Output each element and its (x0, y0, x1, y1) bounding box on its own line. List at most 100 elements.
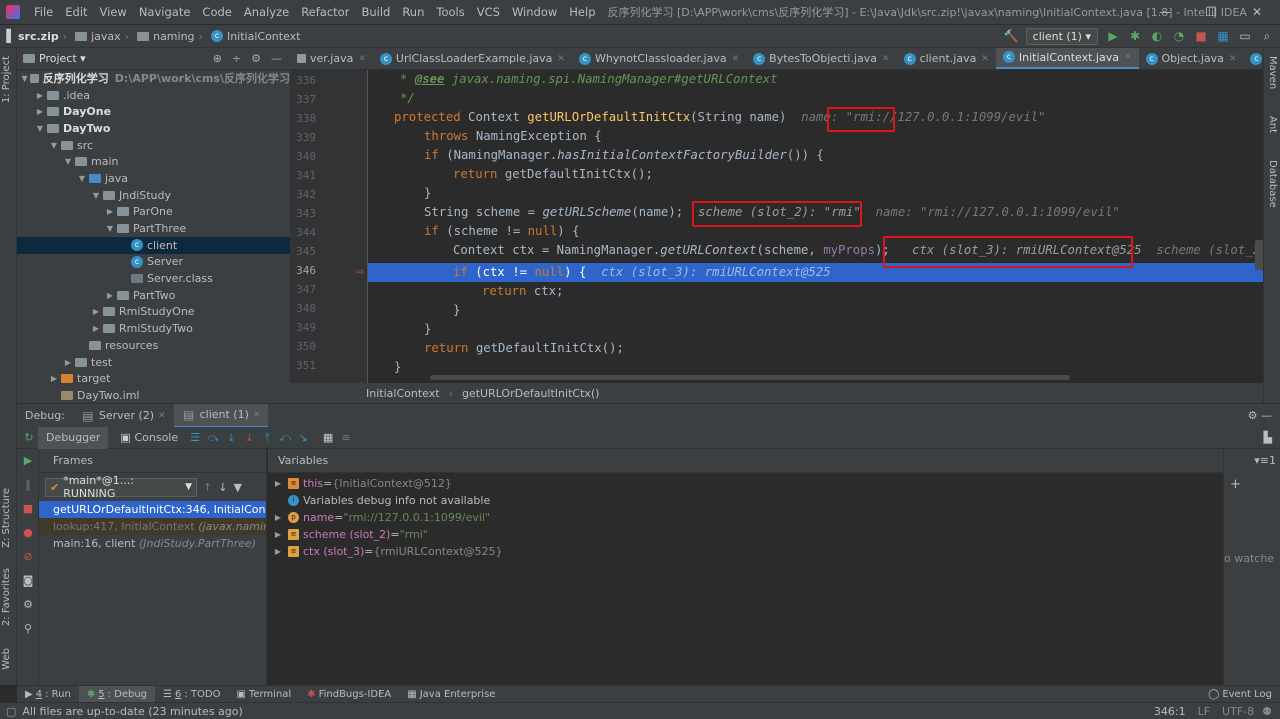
close-tab-icon[interactable]: ✕ (882, 54, 890, 64)
status-toggle-icon[interactable]: ▢ (0, 705, 22, 718)
collapse-all-icon[interactable]: ÷ (232, 52, 241, 65)
step-out-icon[interactable]: ⤒ (261, 431, 273, 444)
minimize-icon[interactable]: — (1142, 0, 1188, 24)
debug-icon[interactable]: ✱ (1128, 29, 1142, 43)
run-to-cursor-icon[interactable]: ↘ (297, 431, 309, 444)
resume-icon[interactable]: ▶ (17, 449, 39, 473)
variable-row[interactable]: ▶ ≡ this = {InitialContext@512} (268, 475, 1223, 492)
chevron-right-icon[interactable]: ▶ (91, 307, 101, 316)
expand-icon[interactable]: ▶ (272, 513, 284, 522)
run-configuration-select[interactable]: client (1) ▾ (1025, 27, 1098, 45)
tool-tab-maven[interactable]: Maven (1267, 56, 1278, 89)
view-breakpoints-icon[interactable]: ● (17, 521, 39, 545)
menu-navigate[interactable]: Navigate (133, 5, 197, 19)
tree-item[interactable]: ▼ JndiStudy (17, 187, 290, 204)
bottom-tab[interactable]: ✱ 5: Debug (78, 685, 156, 703)
event-log-button[interactable]: ◯ Event Log (1200, 686, 1280, 703)
breadcrumb-method[interactable]: getURLOrDefaultInitCtx() (462, 387, 600, 400)
editor-tab[interactable]: c UrlClassLoaderExample.java ✕ (373, 48, 572, 69)
bottom-tab[interactable]: ✱ FindBugs-IDEA (299, 686, 399, 703)
editor-gutter[interactable]: 336 337 338 339 340 341 342 343 344 345 346 347 348 3… (290, 70, 368, 383)
stack-frame[interactable]: lookup:417, InitialContext (javax.naming… (39, 518, 266, 535)
settings-icon[interactable]: ⚙ (17, 593, 39, 617)
chevron-right-icon[interactable]: ▶ (35, 91, 45, 100)
close-tab-icon[interactable]: ✕ (253, 410, 261, 420)
drop-frame-icon[interactable]: ⤺ (279, 431, 291, 444)
filter-icon[interactable]: ▼ (233, 481, 241, 494)
menu-window[interactable]: Window (506, 5, 563, 19)
tool-tab-ant[interactable]: Ant (1267, 116, 1278, 133)
close-tab-icon[interactable]: ✕ (732, 54, 740, 64)
rerun-icon[interactable]: ↻ (23, 431, 35, 444)
nav-crumb-initialcontext[interactable]: c InitialContext (210, 30, 300, 43)
step-over-icon[interactable]: ⤼ (207, 431, 219, 444)
nav-crumb-javax[interactable]: javax (75, 30, 121, 43)
tree-item[interactable]: ▼ DayTwo (17, 120, 290, 137)
tree-item[interactable]: ▼ 反序列化学习 D:\APP\work\cms\反序列化学习 (17, 70, 291, 87)
session-tab-server[interactable]: ▤ Server (2) ✕ (73, 404, 174, 428)
bottom-tab[interactable]: ▣ Terminal (228, 686, 299, 703)
chevron-right-icon[interactable]: ▶ (91, 324, 101, 333)
tab-debugger[interactable]: Debugger (38, 426, 109, 449)
pause-icon[interactable]: ‖ (17, 473, 39, 497)
tab-console[interactable]: ▣ Console (108, 427, 186, 449)
variable-row[interactable]: ▶ ≡ ctx (slot_3) = {rmiURLContext@525} (268, 543, 1223, 560)
project-view-select[interactable]: Project ▾ (39, 52, 86, 65)
tree-item[interactable]: ▶ PartTwo (17, 287, 290, 304)
tree-item[interactable]: ▶ .idea (17, 87, 290, 104)
close-icon[interactable]: ✕ (1234, 0, 1280, 24)
tool-tab-project[interactable]: 1: Project (1, 56, 12, 103)
chevron-down-icon[interactable]: ▼ (91, 191, 101, 200)
editor-tab[interactable]: ver.java ✕ (290, 48, 373, 69)
menu-view[interactable]: View (94, 5, 133, 19)
close-tab-icon[interactable]: ✕ (158, 411, 166, 421)
variable-row[interactable]: ▶ ≡ scheme (slot_2) = "rmi" (268, 526, 1223, 543)
debug-settings-icon[interactable]: ⚙ — (1248, 409, 1280, 422)
gear-icon[interactable]: ⚙ (251, 52, 261, 65)
coverage-icon[interactable]: ◐ (1150, 29, 1164, 43)
editor-tab[interactable]: c Object.java ✕ (1139, 48, 1244, 69)
chevron-right-icon[interactable]: ▶ (105, 291, 115, 300)
stack-frame[interactable]: getURLOrDefaultInitCtx:346, InitialConte… (39, 501, 266, 518)
editor-horizontal-scrollbar[interactable] (430, 375, 1070, 380)
tree-item[interactable]: ▶ target (17, 370, 290, 387)
variable-row[interactable]: ▶ p name = "rmi://127.0.0.1:1099/evil" (268, 509, 1223, 526)
tree-item[interactable]: ▶ DayOne (17, 103, 290, 120)
tree-item[interactable]: ▼ main (17, 153, 290, 170)
tree-item[interactable]: ▶ test (17, 354, 290, 371)
editor-vertical-scrollbar[interactable] (1255, 240, 1263, 270)
editor-tab[interactable]: c BytesToObjecti.java ✕ (746, 48, 896, 69)
project-structure-icon[interactable]: ▦ (1216, 29, 1230, 43)
tool-tab-web[interactable]: Web (1, 648, 12, 670)
tool-tab-database[interactable]: Database (1267, 160, 1278, 208)
close-tab-icon[interactable]: ✕ (557, 54, 565, 64)
tree-item[interactable]: c Server (17, 254, 290, 271)
menu-refactor[interactable]: Refactor (295, 5, 355, 19)
step-into-icon[interactable]: ⤓ (225, 431, 237, 444)
close-tab-icon[interactable]: ✕ (1124, 52, 1132, 62)
menu-analyze[interactable]: Analyze (238, 5, 295, 19)
camera-icon[interactable]: ◙ (17, 569, 39, 593)
expand-icon[interactable]: ▶ (272, 479, 284, 488)
close-tab-icon[interactable]: ✕ (981, 54, 989, 64)
mute-breakpoints-icon[interactable]: ⊘ (17, 545, 39, 569)
tree-item[interactable]: ▶ RmiStudyOne (17, 304, 290, 321)
tree-item[interactable]: ▼ src (17, 137, 290, 154)
tree-item[interactable]: ▼ PartThree (17, 220, 290, 237)
build-hammer-icon[interactable]: 🔨 (1004, 29, 1019, 43)
arrow-down-icon[interactable]: ↓ (218, 481, 227, 494)
locate-icon[interactable]: ⊕ (213, 52, 222, 65)
breadcrumb-class[interactable]: InitialContext (366, 387, 440, 400)
tool-tab-structure[interactable]: Z: Structure (1, 488, 12, 548)
pin-icon[interactable]: ⚲ (17, 617, 39, 641)
chevron-right-icon[interactable]: ▶ (49, 374, 59, 383)
menu-build[interactable]: Build (355, 5, 396, 19)
thread-select[interactable]: ✔ *main*@1...: RUNNING ▼ (45, 474, 197, 500)
search-icon[interactable]: ⌕ (1260, 29, 1274, 43)
editor-tab[interactable]: c InitialContext.java ✕ (995, 48, 1139, 69)
menu-tools[interactable]: Tools (430, 5, 470, 19)
tree-item[interactable]: c client (17, 236, 290, 254)
tree-item[interactable]: ▼ java (17, 170, 290, 187)
editor-tab[interactable]: c WhynotClassloader.java ✕ (572, 48, 746, 69)
maximize-icon[interactable]: ❐ (1188, 0, 1234, 24)
